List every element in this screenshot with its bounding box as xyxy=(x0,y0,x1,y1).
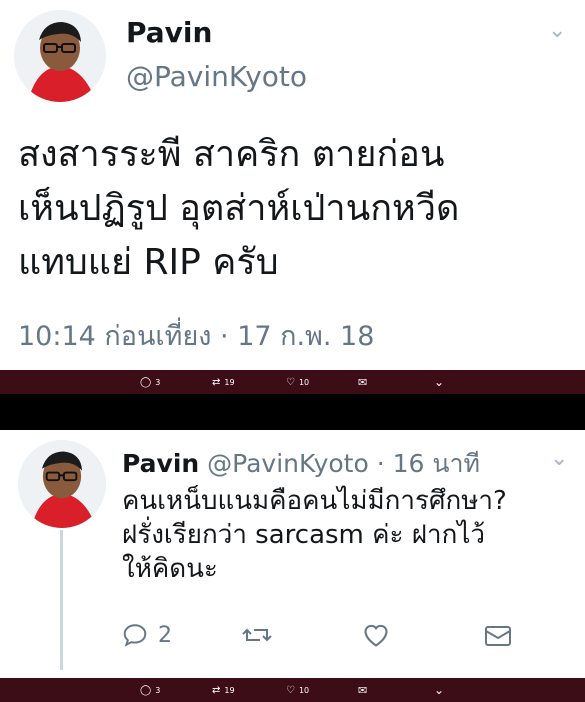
reply-action[interactable]: 2 xyxy=(122,622,172,648)
reply-icon: ◯ xyxy=(140,685,152,696)
like-action[interactable] xyxy=(362,622,390,648)
profile-photo xyxy=(18,440,106,528)
like-count: 10 xyxy=(298,378,310,387)
retweet-action[interactable]: ⇄ 19 xyxy=(212,377,235,388)
heart-icon: ♡ xyxy=(286,377,295,388)
chevron-down-icon[interactable]: ⌄ xyxy=(550,446,568,471)
profile-photo xyxy=(14,10,106,102)
tweet-time[interactable]: · 16 นาที xyxy=(377,449,480,478)
author-handle[interactable]: @PavinKyoto xyxy=(126,60,307,93)
like-count: 10 xyxy=(298,686,310,695)
retweet-icon xyxy=(242,628,272,642)
retweet-icon: ⇄ xyxy=(212,685,221,696)
retweet-action[interactable] xyxy=(242,622,272,648)
heart-icon: ♡ xyxy=(286,685,295,696)
tweet-text-line: สงสารระพี สาคริก ตายก่อน xyxy=(18,134,445,175)
reply-icon xyxy=(123,624,147,647)
tweet-header: Pavin @PavinKyoto · 16 นาที xyxy=(122,444,480,484)
thread-line xyxy=(60,530,63,670)
chevron-down-icon[interactable]: ⌄ xyxy=(434,683,444,697)
retweet-icon: ⇄ xyxy=(212,377,221,388)
tweet-text-line: ให้คิดนะ xyxy=(122,554,218,584)
like-action[interactable]: ♡ 10 xyxy=(286,377,309,388)
retweet-count: 19 xyxy=(224,686,235,695)
chevron-down-icon[interactable]: ⌄ xyxy=(434,375,444,389)
tweet-text-line: ฝรั่งเรียกว่า sarcasm ค่ะ ฝากไว้ xyxy=(122,520,486,550)
tweet-text-line: เห็นปฏิรูป อุตส่าห์เป่านกหวีด xyxy=(18,188,460,229)
reply-count: 3 xyxy=(155,686,161,695)
heart-icon xyxy=(364,624,388,647)
author-handle[interactable]: @PavinKyoto xyxy=(207,449,369,478)
avatar[interactable] xyxy=(18,440,106,528)
retweet-action[interactable]: ⇄ 19 xyxy=(212,685,235,696)
like-action[interactable]: ♡ 10 xyxy=(286,685,309,696)
tweet-timestamp[interactable]: 10:14 ก่อนเที่ยง · 17 ก.พ. 18 xyxy=(18,314,374,357)
author-name[interactable]: Pavin xyxy=(122,449,199,478)
retweet-count: 19 xyxy=(224,378,235,387)
message-action[interactable] xyxy=(484,624,512,648)
chevron-down-icon[interactable]: ⌄ xyxy=(548,18,566,43)
reply-icon: ◯ xyxy=(140,377,152,388)
avatar[interactable] xyxy=(14,10,106,102)
divider-band xyxy=(0,394,585,430)
message-icon[interactable]: ✉ xyxy=(358,684,367,697)
tweet-text: สงสารระพี สาคริก ตายก่อน เห็นปฏิรูป อุตส… xyxy=(18,128,459,290)
tweet-text-line: คนเหน็บแนมคือคนไม่มีการศึกษา? xyxy=(122,486,507,516)
author-name[interactable]: Pavin xyxy=(126,16,212,49)
envelope-icon xyxy=(485,626,511,646)
reply-count: 3 xyxy=(155,378,161,387)
tweet-text-line: แทบแย่ RIP ครับ xyxy=(18,242,279,283)
action-bar-dark: ◯ 3 ⇄ 19 ♡ 10 ✉ ⌄ xyxy=(0,678,585,702)
message-icon[interactable]: ✉ xyxy=(358,376,367,389)
tweet-text: คนเหน็บแนมคือคนไม่มีการศึกษา? ฝรั่งเรียก… xyxy=(122,484,507,586)
reply-action[interactable]: ◯ 3 xyxy=(140,685,160,696)
reply-action[interactable]: ◯ 3 xyxy=(140,377,160,388)
action-bar-dark: ◯ 3 ⇄ 19 ♡ 10 ✉ ⌄ xyxy=(0,370,585,394)
reply-count: 2 xyxy=(158,622,172,648)
